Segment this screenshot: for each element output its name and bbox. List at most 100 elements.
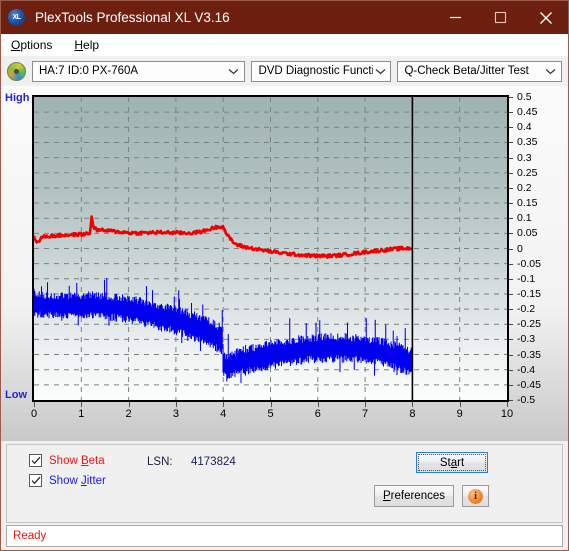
x-tick: [34, 402, 35, 407]
chevron-down-icon: [373, 68, 388, 75]
x-tick-label: 7: [362, 408, 369, 420]
show-beta-accel: B: [80, 454, 89, 467]
status-text: Ready: [13, 530, 47, 542]
show-beta-label: Show Beta: [49, 455, 105, 467]
y-tick: [509, 112, 513, 114]
y-tick: [509, 172, 513, 174]
menu-item-help-label: elp: [83, 37, 100, 52]
menu-item-options[interactable]: Options: [7, 36, 56, 54]
disc-icon: [7, 61, 26, 81]
chevron-down-icon: [224, 68, 242, 75]
y-tick: [509, 293, 513, 295]
y-tick: [509, 263, 513, 265]
function-select-value: DVD Diagnostic Functions: [258, 65, 374, 77]
show-beta-row[interactable]: Show Beta: [29, 454, 105, 467]
menu-item-options-label: ptions: [20, 37, 53, 52]
close-icon[interactable]: [523, 1, 568, 34]
title-bar: XL PlexTools Professional XL V3.16: [1, 1, 568, 34]
y-tick: [509, 97, 513, 98]
y-tick-label: 0.3: [517, 151, 532, 164]
y-tick-label: 0.4: [517, 121, 532, 134]
lsn-label: LSN:: [147, 456, 173, 468]
x-tick: [365, 402, 367, 407]
y-tick: [509, 187, 513, 189]
window-title: PlexTools Professional XL V3.16: [35, 10, 230, 25]
x-tick-label: 9: [456, 408, 463, 420]
axis-label-low: Low: [5, 389, 27, 401]
drive-select-value: HA:7 ID:0 PX-760A: [39, 65, 139, 77]
x-tick-label: 0: [30, 408, 38, 420]
application-window: XL PlexTools Professional XL V3.16 Optio…: [0, 0, 569, 551]
x-tick: [81, 402, 83, 407]
show-jitter-label: Show Jitter: [49, 475, 106, 487]
show-beta-checkbox[interactable]: [29, 454, 42, 467]
y-axis-labels: 0.5 0.45 0.4 0.35 0.3 0.25 0.2 0.15 0.1 0.05 0 -0.0…: [517, 91, 565, 406]
y-tick-label: -0.15: [517, 287, 541, 300]
y-tick-label: 0: [517, 242, 523, 255]
app-logo-text: XL: [12, 14, 21, 21]
y-tick-label: 0.35: [517, 136, 538, 149]
y-tick-label: -0.5: [517, 394, 536, 406]
chart-area: High Low 0 1 2 3 4 5 6 7 8 9 10 0.5 0.45 0.4 0.35 0.3 0…: [1, 86, 568, 441]
lsn-value: 4173824: [191, 456, 236, 468]
y-tick: [509, 354, 513, 356]
x-tick: [317, 402, 319, 407]
x-tick: [175, 402, 177, 407]
y-tick-label: 0.25: [517, 166, 538, 179]
show-beta-label-post: eta: [88, 454, 105, 467]
y-tick: [509, 157, 513, 159]
chevron-down-icon: [541, 68, 559, 75]
function-select[interactable]: DVD Diagnostic Functions: [251, 60, 392, 82]
x-tick-label: 2: [125, 408, 132, 420]
status-bar: Ready: [6, 525, 563, 547]
x-tick-label: 8: [409, 408, 416, 420]
y-tick-label: 0.1: [517, 212, 532, 225]
y-tick-label: 0.2: [517, 181, 532, 194]
y-tick: [509, 309, 513, 311]
toolbar: HA:7 ID:0 PX-760A DVD Diagnostic Functio…: [1, 56, 568, 86]
y-tick: [509, 369, 513, 371]
plot-canvas: [32, 95, 509, 402]
y-axis-ticks: [509, 95, 516, 402]
info-button[interactable]: i: [462, 485, 489, 507]
drive-select[interactable]: HA:7 ID:0 PX-760A: [32, 60, 246, 82]
x-axis-labels: 0 1 2 3 4 5 6 7 8 9 10: [30, 408, 513, 424]
show-jitter-label-pre: Show: [49, 474, 81, 487]
x-tick: [459, 402, 461, 407]
show-jitter-label-post: itter: [86, 474, 106, 487]
y-tick: [509, 203, 513, 205]
start-button-label: Start: [439, 456, 465, 469]
menu-item-help[interactable]: Help: [70, 36, 103, 54]
show-jitter-checkbox[interactable]: [29, 474, 42, 487]
axis-label-high: High: [5, 92, 30, 104]
show-beta-label-pre: Show: [49, 454, 81, 467]
y-tick: [509, 339, 513, 341]
menu-bar: Options Help: [1, 34, 568, 56]
x-tick: [412, 402, 414, 407]
y-tick-label: -0.35: [517, 348, 541, 361]
minimize-icon[interactable]: [433, 1, 478, 34]
maximize-icon[interactable]: [478, 1, 523, 34]
start-button[interactable]: Start: [416, 452, 488, 473]
y-tick: [509, 400, 513, 401]
y-tick: [509, 233, 513, 235]
test-select[interactable]: Q-Check Beta/Jitter Test: [397, 60, 562, 82]
control-panel: Show Beta Show Jitter LSN: 4173824 Start…: [6, 444, 563, 523]
y-tick-label: -0.45: [517, 378, 541, 391]
y-tick-label: -0.2: [517, 303, 536, 316]
test-select-value: Q-Check Beta/Jitter Test: [404, 65, 529, 77]
x-tick-label: 5: [267, 408, 274, 420]
y-tick: [509, 127, 513, 129]
y-tick: [509, 218, 513, 220]
show-jitter-row[interactable]: Show Jitter: [29, 474, 106, 487]
x-tick-label: 1: [78, 408, 85, 420]
x-tick-label: 6: [314, 408, 321, 420]
y-tick-label: 0.5: [517, 91, 532, 103]
y-tick-label: -0.1: [517, 272, 536, 285]
window-controls: [433, 1, 568, 34]
preferences-button-label: Preferences: [382, 490, 445, 502]
preferences-button[interactable]: Preferences: [374, 485, 454, 507]
y-tick-label: -0.4: [517, 363, 536, 376]
x-tick: [507, 402, 508, 407]
y-tick-label: 0.45: [517, 106, 538, 119]
